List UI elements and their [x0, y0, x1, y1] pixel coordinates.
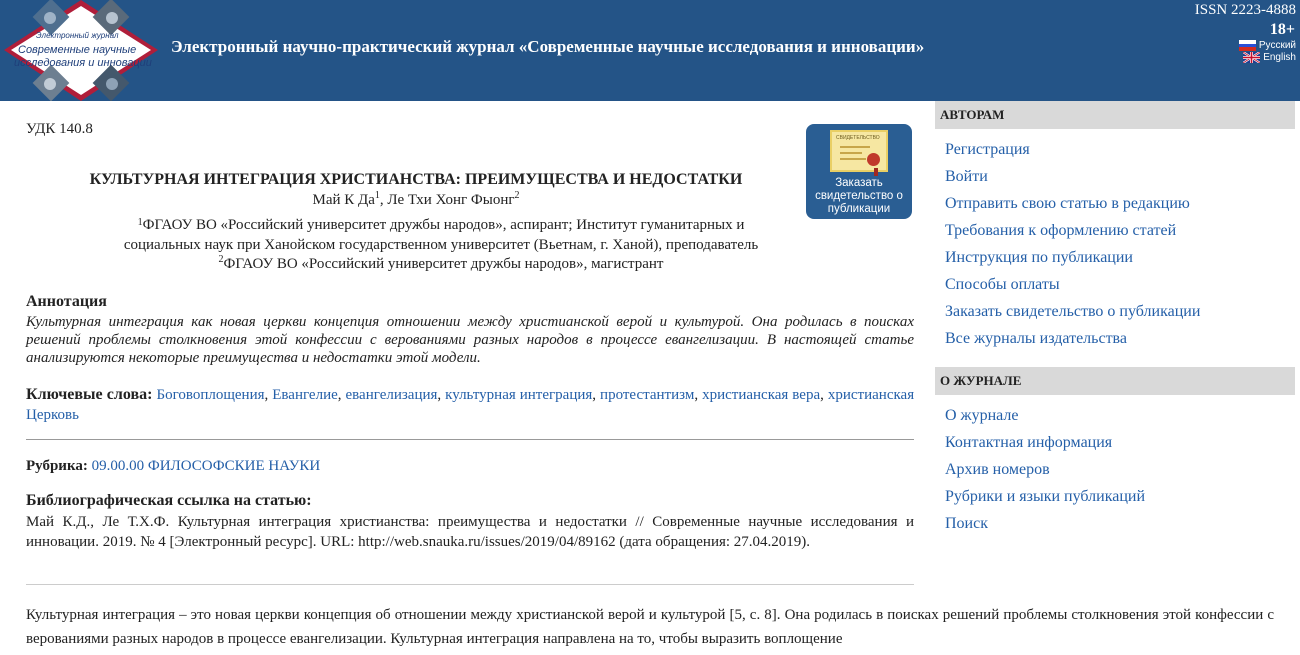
sidebar-item-search[interactable]: Поиск [945, 515, 988, 533]
author-2: Ле Тхи Хонг Фыонг [387, 192, 515, 208]
rubric-link[interactable]: 09.00.00 ФИЛОСОФСКИЕ НАУКИ [92, 458, 321, 474]
rubric-line: Рубрика: 09.00.00 ФИЛОСОФСКИЕ НАУКИ [26, 458, 320, 475]
sidebar-item-contacts[interactable]: Контактная информация [945, 434, 1112, 452]
sidebar-item-submit-article[interactable]: Отправить свою статью в редакцию [945, 195, 1190, 213]
annotation-heading: Аннотация [26, 293, 107, 310]
sidebar-item-payment[interactable]: Способы оплаты [945, 276, 1060, 294]
article-body-text: Культурная интеграция – это новая церкви… [26, 607, 1274, 647]
sidebar-item-archive[interactable]: Архив номеров [945, 461, 1050, 479]
keyword-link[interactable]: культурная интеграция [445, 387, 592, 403]
affiliation-1-sup: 1 [137, 217, 143, 228]
article-authors: Май К Да1, Ле Тхи Хонг Фыонг2 [26, 190, 806, 209]
site-header: Электронный журнал Современные научные и… [0, 0, 1300, 101]
affiliation-1-line-1: ФГАОУ ВО «Российский университет дружбы … [142, 217, 745, 233]
affiliation-2-text: ФГАОУ ВО «Российский университет дружбы … [223, 256, 664, 272]
keyword-link[interactable]: христианская вера [702, 387, 820, 403]
affiliation-1-line-2: социальных наук при Ханойском государств… [123, 237, 759, 253]
author-1: Май К Да [312, 192, 375, 208]
age-rating: 18+ [1269, 21, 1295, 38]
logo-text-3: исследования и инновации [14, 57, 152, 69]
lang-en-label: English [1263, 51, 1296, 63]
sidebar-item-about[interactable]: О журнале [945, 407, 1019, 425]
sidebar-item-all-journals[interactable]: Все журналы издательства [945, 330, 1127, 348]
sidebar-item-instructions[interactable]: Инструкция по публикации [945, 249, 1133, 267]
sidebar-heading-journal: О ЖУРНАЛЕ [935, 367, 1295, 395]
lang-en-link[interactable]: English [1243, 51, 1296, 63]
keywords-label: Ключевые слова: [26, 386, 153, 403]
bibliography-text: Май К.Д., Ле Т.Х.Ф. Культурная интеграци… [26, 514, 914, 550]
article-title: КУЛЬТУРНАЯ ИНТЕГРАЦИЯ ХРИСТИАНСТВА: ПРЕИ… [89, 171, 743, 188]
issn-label: ISSN 2223-4888 [1194, 2, 1296, 18]
affiliation-2-sup: 2 [218, 254, 224, 265]
rubric-label: Рубрика: [26, 458, 88, 474]
certificate-icon-label: СВИДЕТЕЛЬСТВО [836, 135, 880, 141]
keywords-block: Ключевые слова: Боговоплощения, Евангели… [26, 386, 915, 423]
sidebar-item-order-certificate[interactable]: Заказать свидетельство о публикации [945, 303, 1200, 321]
sidebar-item-login[interactable]: Войти [945, 168, 988, 186]
lang-ru-label: Русский [1258, 39, 1296, 51]
sidebar-item-rubrics[interactable]: Рубрики и языки публикаций [945, 488, 1145, 506]
bibliography-heading: Библиографическая ссылка на статью: [26, 492, 312, 509]
author-1-sup: 1 [374, 190, 380, 201]
sidebar-item-registration[interactable]: Регистрация [945, 141, 1030, 159]
uk-flag-icon [1243, 51, 1261, 63]
keyword-link[interactable]: Боговоплощения [156, 387, 264, 403]
divider [26, 584, 914, 585]
keyword-link[interactable]: евангелизация [346, 387, 438, 403]
sidebar-item-requirements[interactable]: Требования к оформлению статей [945, 222, 1176, 240]
lang-ru-link[interactable]: Русский [1238, 39, 1296, 51]
sidebar-heading-authors: АВТОРАМ [935, 101, 1295, 129]
divider [26, 439, 914, 440]
journal-logo[interactable]: Электронный журнал Современные научные и… [4, 0, 158, 101]
keyword-link[interactable]: протестантизм [600, 387, 694, 403]
affiliation-1: 1ФГАОУ ВО «Российский университет дружбы… [26, 215, 856, 255]
logo-text-1: Электронный журнал [36, 31, 119, 40]
order-certificate-button[interactable]: СВИДЕТЕЛЬСТВО Заказать свидетельство о п… [806, 124, 912, 219]
order-certificate-label: Заказать свидетельство о публикации [815, 177, 903, 215]
author-2-sup: 2 [514, 190, 520, 201]
affiliation-2: 2ФГАОУ ВО «Российский университет дружбы… [26, 254, 856, 273]
logo-text-2: Современные научные [18, 44, 136, 56]
site-title[interactable]: Электронный научно-практический журнал «… [171, 37, 924, 57]
keyword-link[interactable]: Евангелие [272, 387, 338, 403]
annotation-text: Культурная интеграция как новая церкви к… [26, 314, 914, 366]
russia-flag-icon [1238, 39, 1256, 51]
udk-code: УДК 140.8 [26, 121, 93, 137]
